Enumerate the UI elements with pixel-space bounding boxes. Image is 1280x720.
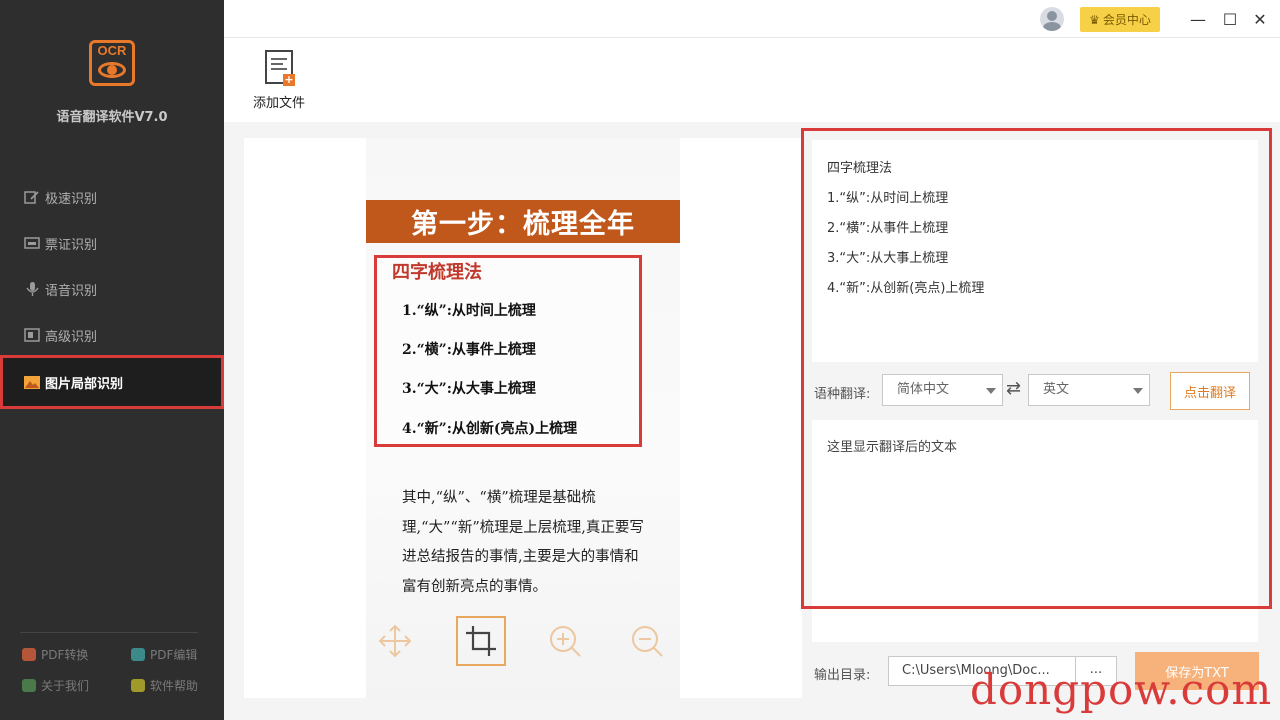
vip-center-button[interactable]: ♛ 会员中心	[1080, 7, 1160, 32]
translation-controls: 语种翻译: 简体中文 ⇄ 英文 点击翻译	[812, 372, 1258, 416]
title-bar: ♛ 会员中心 — ☐ ✕	[224, 0, 1280, 38]
pdf-convert-icon	[22, 648, 36, 661]
chevron-down-icon	[1133, 388, 1143, 394]
about-link[interactable]: 关于我们	[22, 677, 89, 694]
translate-label: 语种翻译:	[814, 387, 871, 402]
document-image: 第一步：梳理全年 四字梳理法 1.“纵”:从时间上梳理 2.“横”:从事件上梳理…	[366, 138, 680, 698]
microphone-icon	[26, 282, 39, 296]
target-language-select[interactable]: 英文	[1028, 374, 1150, 406]
ocr-logo: OCR	[89, 40, 135, 86]
translation-output-textarea[interactable]: 这里显示翻译后的文本	[812, 420, 1258, 642]
help-label: 软件帮助	[150, 679, 199, 693]
crown-icon: ♛	[1089, 12, 1100, 27]
result-line: 1.“纵”:从时间上梳理	[827, 191, 949, 206]
target-language-value: 英文	[1043, 382, 1070, 397]
translation-placeholder: 这里显示翻译后的文本	[827, 440, 958, 455]
sidebar-item-label: 语音识别	[45, 283, 98, 299]
toolbar: + 添加文件	[224, 38, 1280, 122]
result-line: 2.“横”:从事件上梳理	[827, 221, 949, 236]
sidebar-item-label: 高级识别	[45, 329, 98, 345]
sidebar-item-voice-ocr[interactable]: 语音识别	[0, 266, 224, 312]
avatar-body	[1043, 22, 1061, 31]
about-label: 关于我们	[41, 679, 90, 693]
chevron-down-icon	[986, 388, 996, 394]
recognition-result-textarea[interactable]: 四字梳理法 1.“纵”:从时间上梳理 2.“横”:从事件上梳理 3.“大”:从大…	[812, 140, 1258, 362]
sidebar-item-image-region-ocr[interactable]: 图片局部识别	[0, 355, 224, 409]
sidebar-item-fast-ocr[interactable]: 极速识别	[0, 174, 224, 220]
source-language-select[interactable]: 简体中文	[882, 374, 1003, 406]
avatar-head	[1047, 11, 1057, 21]
user-avatar-icon[interactable]	[1040, 7, 1064, 31]
sidebar-item-label: 票证识别	[45, 237, 98, 253]
sidebar-item-label: 极速识别	[45, 191, 98, 207]
crop-icon[interactable]	[456, 616, 506, 666]
watermark: dongpow.com	[970, 665, 1273, 714]
sidebar-item-advanced-ocr[interactable]: 高级识别	[0, 312, 224, 358]
vip-center-label: 会员中心	[1102, 13, 1151, 27]
sidebar-item-label: 图片局部识别	[45, 376, 124, 392]
output-dir-label: 输出目录:	[814, 668, 871, 683]
sidebar: OCR 语音翻译软件V7.0 极速识别 票证识别 语音识别 高级识别 图片局部识…	[0, 0, 224, 720]
document-line: 1.“纵”:从时间上梳理	[402, 303, 536, 319]
add-file-button[interactable]: + 添加文件	[248, 50, 310, 111]
document-box-title: 四字梳理法	[392, 262, 482, 283]
about-icon	[22, 679, 36, 692]
document-line: 2.“横”:从事件上梳理	[402, 342, 536, 358]
move-icon[interactable]	[376, 622, 414, 660]
sidebar-divider	[20, 632, 198, 633]
zoom-in-icon[interactable]	[546, 622, 584, 660]
scan-icon	[24, 328, 40, 342]
help-link[interactable]: 软件帮助	[131, 677, 198, 694]
ticket-icon	[24, 237, 40, 249]
sidebar-item-ticket-ocr[interactable]: 票证识别	[0, 220, 224, 266]
pdf-convert-link[interactable]: PDF转换	[22, 646, 88, 663]
zoom-out-icon[interactable]	[628, 622, 666, 660]
result-line: 4.“新”:从创新(亮点)上梳理	[827, 281, 985, 296]
document-line: 4.“新”:从创新(亮点)上梳理	[402, 421, 578, 437]
image-icon	[24, 376, 40, 389]
edit-icon	[24, 191, 39, 204]
help-icon	[131, 679, 145, 692]
source-language-value: 简体中文	[897, 382, 950, 397]
app-name: 语音翻译软件V7.0	[56, 110, 168, 125]
document-paragraph: 其中,“纵”、“横”梳理是基础梳理,“大”“新”梳理是上层梳理,真正要写进总结报…	[402, 490, 644, 595]
image-preview[interactable]: 第一步：梳理全年 四字梳理法 1.“纵”:从时间上梳理 2.“横”:从事件上梳理…	[244, 138, 802, 698]
pdf-edit-link[interactable]: PDF编辑	[131, 646, 197, 663]
translate-button[interactable]: 点击翻译	[1170, 372, 1250, 410]
add-file-icon: +	[265, 50, 295, 86]
pdf-convert-label: PDF转换	[41, 648, 89, 662]
pdf-edit-label: PDF编辑	[150, 648, 198, 662]
logo-text: OCR	[97, 43, 127, 58]
document-header: 第一步：梳理全年	[366, 200, 680, 243]
result-line: 四字梳理法	[827, 161, 893, 176]
close-button[interactable]: ✕	[1249, 8, 1271, 30]
result-line: 3.“大”:从大事上梳理	[827, 251, 949, 266]
pdf-edit-icon	[131, 648, 145, 661]
document-line: 3.“大”:从大事上梳理	[402, 381, 536, 397]
minimize-button[interactable]: —	[1187, 8, 1209, 30]
add-file-label: 添加文件	[252, 96, 305, 111]
swap-icon[interactable]: ⇄	[1006, 378, 1021, 399]
maximize-button[interactable]: ☐	[1219, 8, 1241, 30]
eye-pupil	[107, 65, 117, 75]
